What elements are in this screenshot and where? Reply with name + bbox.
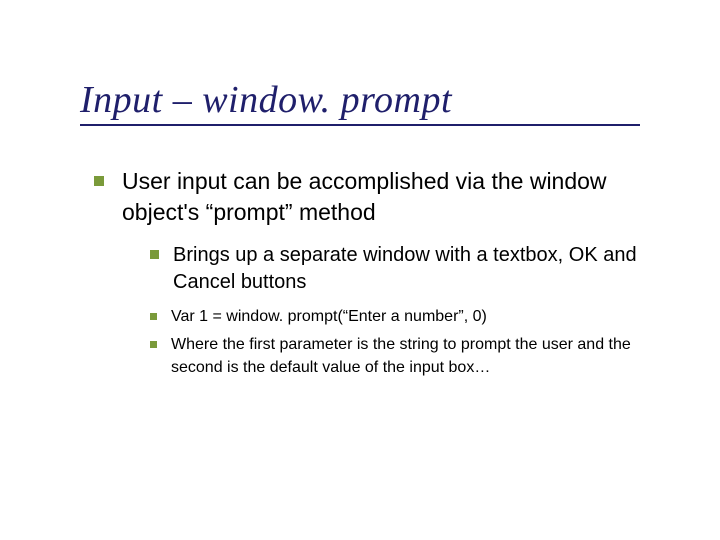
square-bullet-icon (94, 176, 104, 186)
bullet-text: Var 1 = window. prompt(“Enter a number”,… (171, 306, 507, 328)
bullet-level3: Where the first parameter is the string … (150, 334, 680, 379)
square-bullet-icon (150, 250, 159, 259)
bullet-level2: Brings up a separate window with a textb… (150, 242, 680, 296)
slide-title: Input – window. prompt (80, 78, 640, 126)
square-bullet-icon (150, 341, 157, 348)
bullet-level3: Var 1 = window. prompt(“Enter a number”,… (150, 306, 680, 328)
bullet-text: Where the first parameter is the string … (171, 334, 680, 379)
bullet-level1: User input can be accomplished via the w… (94, 166, 680, 228)
square-bullet-icon (150, 313, 157, 320)
bullet-text: Brings up a separate window with a textb… (173, 242, 680, 296)
bullet-text: User input can be accomplished via the w… (122, 166, 680, 228)
slide: Input – window. prompt User input can be… (0, 0, 720, 540)
